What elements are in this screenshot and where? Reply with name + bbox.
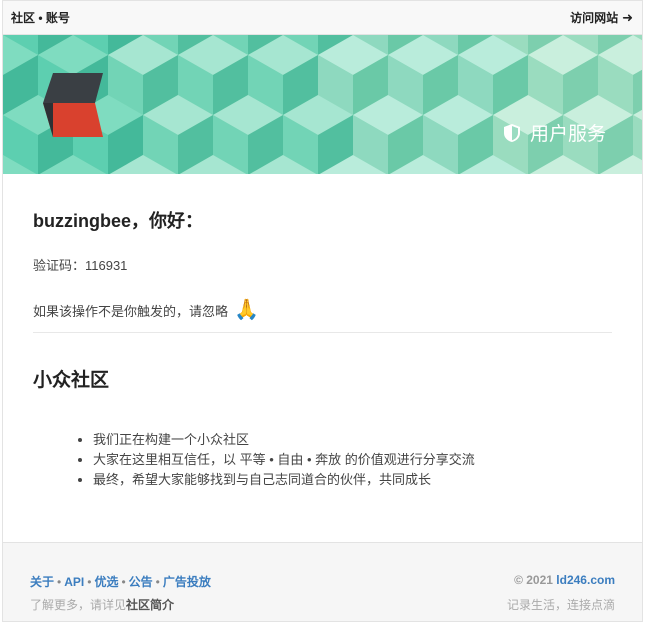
- learn-more: 了解更多，请详见社区简介: [30, 596, 174, 613]
- arrow-right-icon: ➜: [622, 9, 633, 25]
- link-separator: •: [87, 575, 92, 589]
- list-item: 大家在这里相互信任，以 平等 • 自由 • 奔放 的价值观进行分享交流: [93, 450, 612, 470]
- shield-icon: [503, 123, 520, 142]
- community-intro-link[interactable]: 社区简介: [126, 598, 174, 612]
- message-body: buzzingbee，你好： 验证码：116931 如果该操作不是你触发的，请忽…: [3, 174, 642, 490]
- divider: [33, 332, 612, 333]
- visit-site-link[interactable]: 访问网站 ➜: [570, 9, 633, 26]
- community-bullets: 我们正在构建一个小众社区 大家在这里相互信任，以 平等 • 自由 • 奔放 的价…: [33, 430, 612, 490]
- footer-link-announcements[interactable]: 公告: [129, 575, 153, 589]
- footer-link-about[interactable]: 关于: [30, 575, 54, 589]
- ignore-notice: 如果该操作不是你触发的，请忽略 🙏: [33, 300, 612, 320]
- ignore-text: 如果该操作不是你触发的，请忽略: [33, 303, 229, 319]
- visit-site-label: 访问网站: [570, 11, 619, 25]
- link-separator: •: [121, 575, 126, 589]
- list-item: 最终，希望大家能够找到与自己志同道合的伙伴，共同成长: [93, 470, 612, 490]
- header-banner: 用户服务: [3, 35, 642, 174]
- learn-more-prefix: 了解更多，请详见: [30, 598, 127, 612]
- footer-link-api[interactable]: API: [64, 575, 84, 589]
- footer: 关于 • API • 优选 • 公告 • 广告投放 © 2021 ld246.com 了解更多，…: [3, 542, 642, 621]
- slogan: 记录生活，连接点滴: [506, 598, 615, 612]
- breadcrumb: 社区 • 账号: [11, 11, 70, 25]
- link-separator: •: [57, 575, 62, 589]
- link-separator: •: [155, 575, 160, 589]
- verification-code: 验证码：116931: [33, 258, 128, 273]
- greeting-heading: buzzingbee，你好：: [33, 211, 203, 231]
- footer-links: 关于 • API • 优选 • 公告 • 广告投放: [30, 573, 211, 590]
- footer-link-ads[interactable]: 广告投放: [163, 575, 211, 589]
- list-item: 我们正在构建一个小众社区: [93, 430, 612, 450]
- copyright-prefix: © 2021: [514, 573, 557, 587]
- top-bar: 社区 • 账号 访问网站 ➜: [3, 1, 642, 35]
- pray-icon: 🙏: [234, 299, 259, 321]
- copyright: © 2021 ld246.com: [514, 573, 615, 590]
- footer-link-picks[interactable]: 优选: [94, 575, 118, 589]
- domain-link[interactable]: ld246.com: [556, 573, 615, 587]
- email-card: 社区 • 账号 访问网站 ➜ 用户服务 buzzingbee，你好： 验证码：1…: [2, 0, 643, 622]
- site-logo: [43, 73, 103, 137]
- community-title: 小众社区: [33, 370, 110, 391]
- user-service-label: 用户服务: [503, 119, 606, 146]
- user-service-text: 用户服务: [529, 124, 606, 145]
